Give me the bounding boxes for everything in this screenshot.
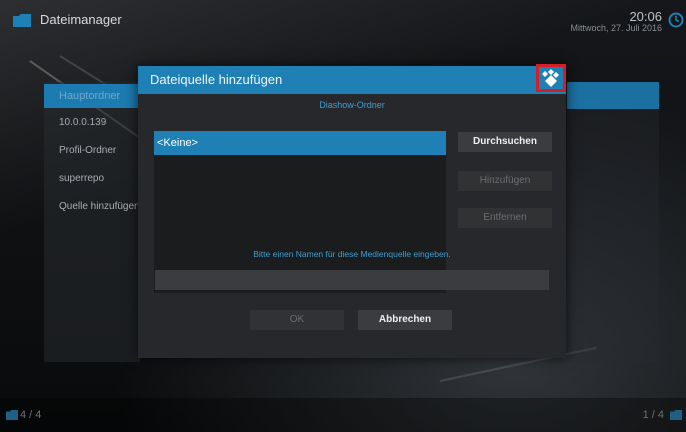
bottom-bar	[0, 398, 686, 432]
add-source-dialog: Dateiquelle hinzufügen Diashow-Ordner <K…	[138, 64, 566, 358]
source-list: Hauptordner 10.0.0.139 Profil-Ordner sup…	[44, 82, 140, 362]
list-item[interactable]: <Keine>	[154, 131, 446, 155]
sidebar-item-superrepo[interactable]: superrepo	[44, 167, 140, 191]
folder-icon	[13, 14, 31, 27]
right-list-panel	[567, 109, 659, 362]
name-hint: Bitte einen Namen für diese Medienquelle…	[253, 249, 451, 259]
clock-icon	[668, 12, 684, 28]
folder-icon	[6, 410, 18, 420]
sidebar-item-network[interactable]: 10.0.0.139	[44, 111, 140, 135]
kodi-logo-icon	[542, 69, 559, 87]
remove-button[interactable]: Entfernen	[458, 208, 552, 228]
sidebar-item-main-folder[interactable]: Hauptordner	[44, 84, 140, 108]
source-paths-list[interactable]: <Keine>	[154, 131, 446, 293]
sidebar-item-add-source[interactable]: Quelle hinzufügen	[44, 195, 140, 219]
dialog-title: Dateiquelle hinzufügen	[150, 72, 283, 87]
dialog-header: Dateiquelle hinzufügen	[138, 64, 566, 94]
clock-time: 20:06	[629, 9, 662, 24]
right-item-counter: 1 / 4	[642, 409, 664, 421]
source-name-input[interactable]	[155, 270, 549, 290]
sidebar-item-profile-folder[interactable]: Profil-Ordner	[44, 139, 140, 163]
kodi-close-button[interactable]	[536, 64, 566, 92]
folder-icon	[670, 410, 682, 420]
add-button[interactable]: Hinzufügen	[458, 171, 552, 191]
ok-button[interactable]: OK	[250, 310, 344, 330]
top-bar: Dateimanager 20:06 Mittwoch, 27. Juli 20…	[0, 0, 686, 40]
browse-button[interactable]: Durchsuchen	[458, 132, 552, 152]
dialog-subtitle: Diashow-Ordner	[319, 100, 385, 110]
right-list-selection	[567, 82, 659, 109]
page-title: Dateimanager	[40, 12, 122, 27]
cancel-button[interactable]: Abbrechen	[358, 310, 452, 330]
clock-date: Mittwoch, 27. Juli 2016	[570, 23, 662, 33]
left-item-counter: 4 / 4	[20, 409, 42, 421]
